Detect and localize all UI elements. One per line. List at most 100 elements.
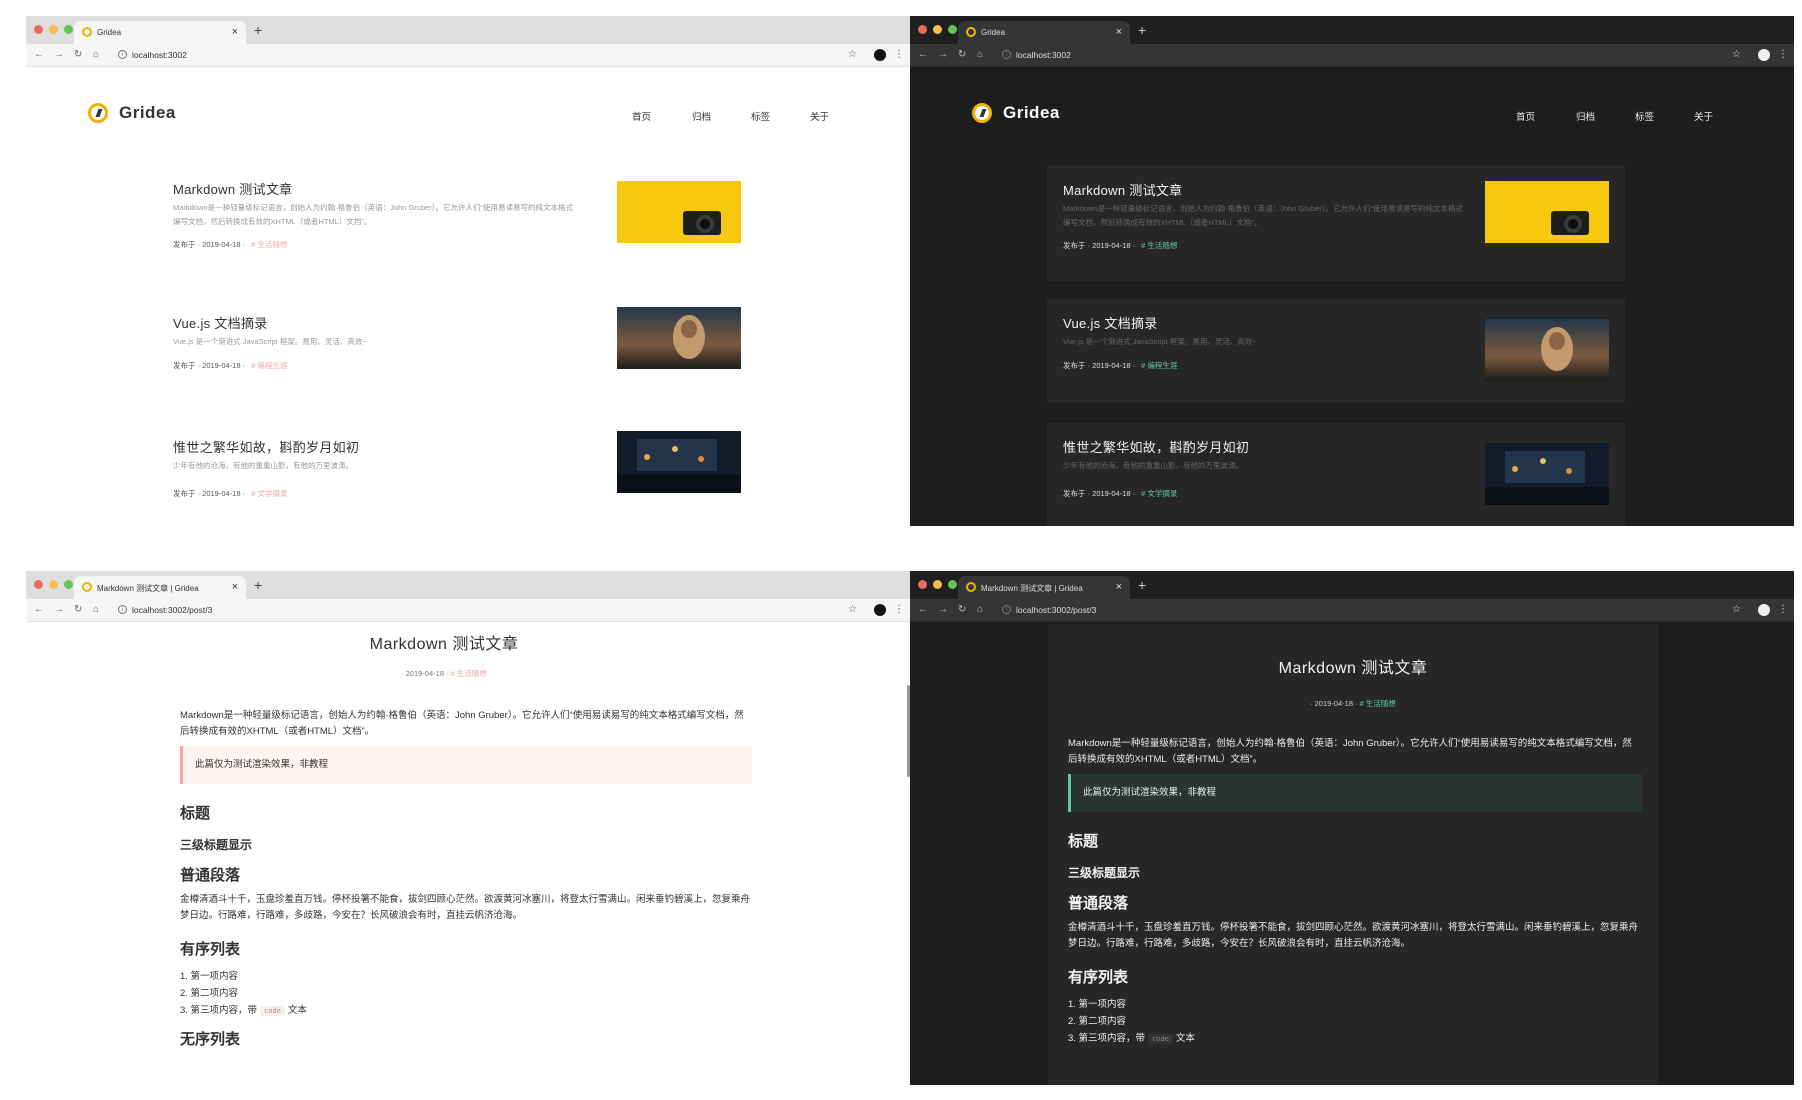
new-tab-button[interactable]: + [254, 22, 262, 38]
maximize-window-button[interactable] [64, 25, 73, 34]
close-tab-icon[interactable]: × [232, 26, 238, 38]
profile-avatar-icon[interactable] [874, 604, 886, 616]
browser-tab[interactable]: Gridea × [74, 21, 246, 44]
bookmark-star-icon[interactable]: ☆ [848, 604, 857, 615]
close-window-button[interactable] [918, 25, 927, 34]
post-tag[interactable]: # 生活随想 [1141, 241, 1177, 250]
post-title[interactable]: 惟世之繁华如故，斟酌岁月如初 [173, 437, 359, 456]
more-menu-icon[interactable]: ⋮ [894, 49, 904, 60]
forward-arrow-icon[interactable]: → [54, 49, 64, 60]
post-thumbnail[interactable] [617, 431, 741, 493]
gridea-logo-icon[interactable] [88, 103, 108, 123]
post-card[interactable]: Vue.js 文档摘录 Vue.js 是一个渐进式 JavaScript 框架。… [1047, 299, 1625, 403]
new-tab-button[interactable]: + [1138, 577, 1146, 593]
close-window-button[interactable] [918, 580, 927, 589]
back-arrow-icon[interactable]: ← [34, 604, 44, 615]
url-input[interactable]: localhost:3002 [1016, 50, 1071, 60]
bookmark-star-icon[interactable]: ☆ [848, 49, 857, 60]
post-thumbnail[interactable] [1485, 443, 1609, 505]
post-title[interactable]: Markdown 测试文章 [173, 179, 292, 198]
minimize-window-button[interactable] [933, 580, 942, 589]
site-info-icon[interactable]: i [118, 50, 127, 59]
post-tag[interactable]: # 文学摘录 [1141, 489, 1177, 498]
post-tag[interactable]: # 生活随想 [251, 240, 287, 249]
bookmark-star-icon[interactable]: ☆ [1732, 604, 1741, 615]
maximize-window-button[interactable] [64, 580, 73, 589]
post-thumbnail[interactable] [617, 307, 741, 369]
nav-archives[interactable]: 归档 [692, 109, 711, 123]
nav-about[interactable]: 关于 [1694, 109, 1713, 123]
profile-avatar-icon[interactable] [1758, 49, 1770, 61]
home-icon[interactable]: ⌂ [977, 49, 983, 60]
address-bar: ← → ↻ ⌂ i localhost:3002 ☆ ⋮ [910, 44, 1794, 67]
close-window-button[interactable] [34, 25, 43, 34]
reload-icon[interactable]: ↻ [958, 604, 966, 615]
post-card[interactable]: 惟世之繁华如故，斟酌岁月如初 少年有他的沧海，有他的重重山影，有他的万里波涛。 … [1047, 423, 1625, 526]
post-thumbnail[interactable] [617, 181, 741, 243]
more-menu-icon[interactable]: ⋮ [1778, 49, 1788, 60]
browser-tab[interactable]: Gridea × [958, 21, 1130, 44]
post-item[interactable]: Vue.js 文档摘录 Vue.js 是一个渐进式 JavaScript 框架。… [163, 307, 741, 383]
post-title[interactable]: 惟世之繁华如故，斟酌岁月如初 [1063, 437, 1249, 456]
reload-icon[interactable]: ↻ [74, 49, 82, 60]
post-title[interactable]: Markdown 测试文章 [1063, 180, 1182, 199]
post-thumbnail[interactable] [1485, 181, 1609, 243]
back-arrow-icon[interactable]: ← [918, 49, 928, 60]
new-tab-button[interactable]: + [254, 577, 262, 593]
post-item[interactable]: Markdown 测试文章 Markdown是一种轻量级标记语言，创始人为约翰·… [163, 179, 741, 271]
maximize-window-button[interactable] [948, 580, 957, 589]
url-input[interactable]: localhost:3002/post/3 [132, 605, 212, 615]
nav-about[interactable]: 关于 [810, 109, 829, 123]
post-tag[interactable]: # 编程生涯 [251, 361, 287, 370]
post-item[interactable]: 惟世之繁华如故，斟酌岁月如初 少年有他的沧海，有他的重重山影，有他的万里波涛。 … [163, 431, 741, 507]
site-info-icon[interactable]: i [1002, 605, 1011, 614]
profile-avatar-icon[interactable] [1758, 604, 1770, 616]
url-input[interactable]: localhost:3002 [132, 50, 187, 60]
nav-archives[interactable]: 归档 [1576, 109, 1595, 123]
site-info-icon[interactable]: i [1002, 50, 1011, 59]
nav-home[interactable]: 首页 [1516, 109, 1535, 123]
reload-icon[interactable]: ↻ [74, 604, 82, 615]
profile-avatar-icon[interactable] [874, 49, 886, 61]
forward-arrow-icon[interactable]: → [938, 604, 948, 615]
nav-tags[interactable]: 标签 [751, 109, 770, 123]
post-thumbnail[interactable] [1485, 319, 1609, 381]
nav-home[interactable]: 首页 [632, 109, 651, 123]
site-brand[interactable]: Gridea [119, 103, 176, 123]
post-tag[interactable]: # 生活随想 [451, 669, 487, 678]
post-title[interactable]: Vue.js 文档摘录 [1063, 313, 1158, 332]
site-info-icon[interactable]: i [118, 605, 127, 614]
post-card[interactable]: Markdown 测试文章 Markdown是一种轻量级标记语言，创始人为约翰·… [1047, 165, 1625, 281]
back-arrow-icon[interactable]: ← [34, 49, 44, 60]
url-input[interactable]: localhost:3002/post/3 [1016, 605, 1096, 615]
home-icon[interactable]: ⌂ [93, 604, 99, 615]
nav-tags[interactable]: 标签 [1635, 109, 1654, 123]
home-icon[interactable]: ⌂ [93, 49, 99, 60]
close-window-button[interactable] [34, 580, 43, 589]
more-menu-icon[interactable]: ⋮ [894, 604, 904, 615]
home-icon[interactable]: ⌂ [977, 604, 983, 615]
close-tab-icon[interactable]: × [232, 581, 238, 593]
post-tag[interactable]: # 编程生涯 [1141, 361, 1177, 370]
browser-tab[interactable]: Markdown 测试文章 | Gridea × [74, 576, 246, 599]
close-tab-icon[interactable]: × [1116, 581, 1122, 593]
minimize-window-button[interactable] [49, 580, 58, 589]
forward-arrow-icon[interactable]: → [938, 49, 948, 60]
minimize-window-button[interactable] [49, 25, 58, 34]
new-tab-button[interactable]: + [1138, 22, 1146, 38]
bookmark-star-icon[interactable]: ☆ [1732, 49, 1741, 60]
post-tag[interactable]: # 生活随想 [1360, 699, 1396, 708]
site-brand[interactable]: Gridea [1003, 103, 1060, 123]
browser-tab[interactable]: Markdown 测试文章 | Gridea × [958, 576, 1130, 599]
maximize-window-button[interactable] [948, 25, 957, 34]
close-tab-icon[interactable]: × [1116, 26, 1122, 38]
post-tag[interactable]: # 文学摘录 [251, 489, 287, 498]
post-title[interactable]: Vue.js 文档摘录 [173, 313, 268, 332]
minimize-window-button[interactable] [933, 25, 942, 34]
gridea-favicon-icon [966, 582, 976, 592]
gridea-logo-icon[interactable] [972, 103, 992, 123]
forward-arrow-icon[interactable]: → [54, 604, 64, 615]
more-menu-icon[interactable]: ⋮ [1778, 604, 1788, 615]
back-arrow-icon[interactable]: ← [918, 604, 928, 615]
reload-icon[interactable]: ↻ [958, 49, 966, 60]
